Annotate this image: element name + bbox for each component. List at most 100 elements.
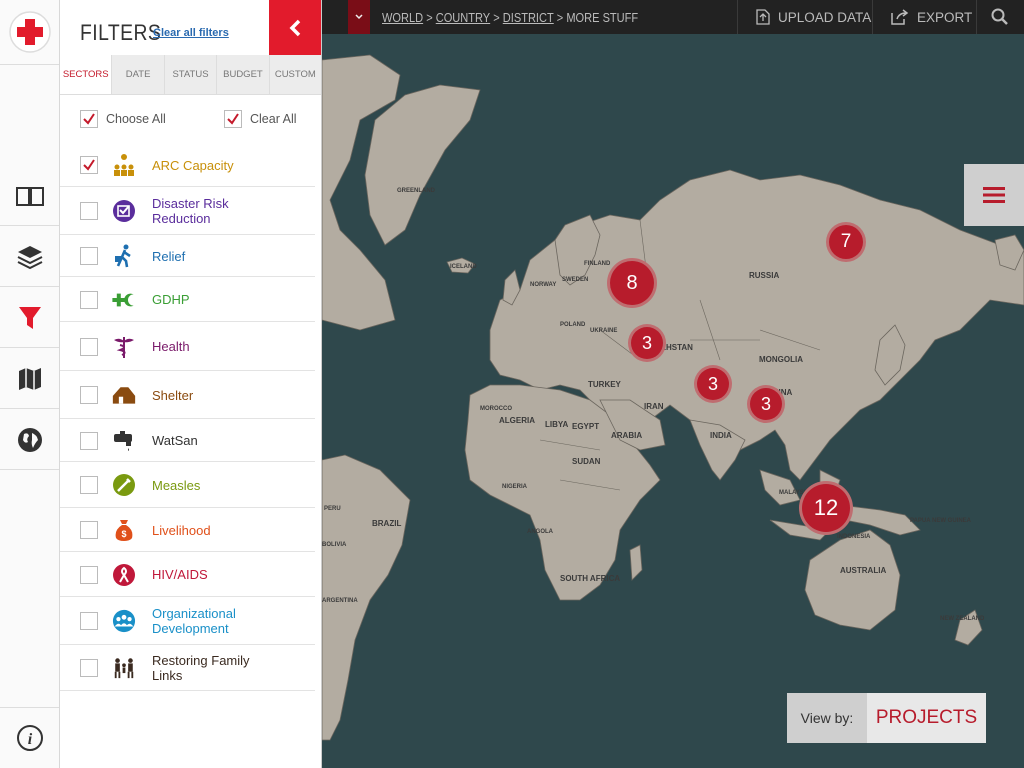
globe-icon[interactable] xyxy=(0,410,59,470)
view-by-label: View by: xyxy=(787,693,867,743)
breadcrumb-dropdown[interactable] xyxy=(348,0,370,34)
sector-row[interactable]: Measles xyxy=(60,462,315,508)
sector-row[interactable]: $ Livelihood xyxy=(60,508,315,552)
choose-all-label: Choose All xyxy=(106,112,166,126)
caduceus-icon xyxy=(112,335,136,359)
map-label: NIGERIA xyxy=(502,484,528,490)
cluster-marker[interactable]: 3 xyxy=(628,324,666,362)
tab-status[interactable]: STATUS xyxy=(163,55,217,94)
sector-row[interactable]: GDHP xyxy=(60,277,315,322)
search-button[interactable] xyxy=(976,0,1024,34)
sector-label: Relief xyxy=(152,248,186,264)
cluster-marker[interactable]: 12 xyxy=(799,481,853,535)
svg-text:i: i xyxy=(27,731,32,748)
map-label: MOROCCO xyxy=(480,406,512,412)
layers-icon[interactable] xyxy=(0,227,59,287)
sector-label: Measles xyxy=(152,477,201,493)
map-label: LIBYA xyxy=(545,420,569,429)
map-label: SWEDEN xyxy=(562,277,589,283)
syringe-icon xyxy=(112,473,136,497)
map-label: EGYPT xyxy=(572,422,600,431)
breadcrumb-world[interactable]: WORLD xyxy=(382,10,423,25)
sector-checkbox[interactable] xyxy=(80,612,98,630)
panel-title: FILTERS xyxy=(80,20,162,45)
cluster-marker[interactable]: 7 xyxy=(826,222,866,262)
map-label: PAPUA NEW GUINEA xyxy=(910,518,972,524)
choose-all-checkbox[interactable]: Choose All xyxy=(80,110,166,128)
sector-checkbox[interactable] xyxy=(80,247,98,265)
sector-label: HIV/AIDS xyxy=(152,567,208,582)
sector-row[interactable]: HIV/AIDS xyxy=(60,552,315,597)
map-label: FINLAND xyxy=(584,261,611,267)
map-label: AUSTRALIA xyxy=(840,566,887,575)
sector-checkbox[interactable] xyxy=(80,156,98,174)
checkbox-badge-icon xyxy=(112,199,136,223)
people-circle-icon xyxy=(112,609,136,633)
info-icon[interactable]: i xyxy=(0,707,59,768)
map-icon[interactable] xyxy=(0,349,59,409)
sector-checkbox[interactable] xyxy=(80,659,98,677)
sector-checkbox[interactable] xyxy=(80,476,98,494)
map-label: UKRAINE xyxy=(590,328,618,334)
ribbon-icon xyxy=(112,563,136,587)
sector-row[interactable]: Restoring Family Links xyxy=(60,645,315,691)
breadcrumb-country[interactable]: COUNTRY xyxy=(436,10,490,25)
sector-checkbox[interactable] xyxy=(80,431,98,450)
map-label: INDONESIA xyxy=(837,534,871,540)
sector-label: ARC Capacity xyxy=(152,157,234,173)
upload-label: UPLOAD DATA xyxy=(778,9,872,25)
sector-checkbox[interactable] xyxy=(80,386,98,404)
tab-budget[interactable]: BUDGET xyxy=(216,55,269,94)
sector-label: Livelihood xyxy=(152,522,211,538)
sector-row[interactable]: Relief xyxy=(60,235,315,277)
sector-checkbox[interactable] xyxy=(80,521,98,539)
cluster-marker[interactable]: 3 xyxy=(747,385,785,423)
map-label: ARGENTINA xyxy=(322,598,358,604)
cluster-marker[interactable]: 3 xyxy=(694,365,732,403)
tab-date[interactable]: DATE xyxy=(111,55,164,94)
map-label: GREENLAND xyxy=(397,188,436,194)
tab-custom[interactable]: CUSTOM xyxy=(268,55,322,94)
view-by-value[interactable]: PROJECTS xyxy=(867,693,986,743)
sector-label: WatSan xyxy=(152,433,198,448)
sector-label: Health xyxy=(152,339,190,354)
select-controls: Choose All Clear All xyxy=(60,95,321,143)
red-cross-logo[interactable] xyxy=(0,0,59,65)
sector-label: Organizational Development xyxy=(152,606,236,636)
breadcrumb-district[interactable]: DISTRICT xyxy=(503,10,554,25)
map-label: POLAND xyxy=(560,322,586,328)
breadcrumb: WORLD > COUNTRY > DISTRICT > MORE STUFF xyxy=(382,9,639,25)
people-hierarchy-icon xyxy=(112,153,136,177)
sector-row[interactable]: ARC Capacity xyxy=(60,143,315,187)
search-icon xyxy=(991,8,1008,25)
clear-all-filters-link[interactable]: Clear all filters xyxy=(153,27,229,39)
house-icon xyxy=(112,383,136,407)
sector-row[interactable]: Disaster Risk Reduction xyxy=(60,187,315,235)
clear-all-checkbox[interactable]: Clear All xyxy=(224,110,297,128)
sector-checkbox[interactable] xyxy=(80,290,98,309)
book-icon[interactable] xyxy=(0,166,59,226)
sector-row[interactable]: Shelter xyxy=(60,371,315,419)
upload-data-button[interactable]: UPLOAD DATA xyxy=(737,0,872,34)
sector-checkbox[interactable] xyxy=(80,337,98,356)
sector-row[interactable]: Organizational Development xyxy=(60,597,315,645)
cluster-marker[interactable]: 8 xyxy=(607,258,657,308)
tab-sectors[interactable]: SECTORS xyxy=(60,55,112,94)
view-by-control[interactable]: View by: PROJECTS xyxy=(787,693,986,743)
export-button[interactable]: EXPORT xyxy=(872,0,976,34)
sector-checkbox[interactable] xyxy=(80,202,98,220)
world-map[interactable]: RUSSIA KAZAKHSTAN MONGOLIA CHINA INDIA A… xyxy=(322,34,1024,768)
sector-row[interactable]: WatSan xyxy=(60,419,315,462)
sector-label: Restoring Family Links xyxy=(152,653,250,683)
sector-row[interactable]: Health xyxy=(60,322,315,371)
chevron-down-icon xyxy=(355,14,363,20)
menu-button[interactable] xyxy=(964,164,1024,226)
map-label: BRAZIL xyxy=(372,519,402,528)
collapse-panel-button[interactable] xyxy=(269,0,321,55)
money-bag-icon: $ xyxy=(112,518,136,542)
map-label: ARABIA xyxy=(611,431,643,440)
sector-checkbox[interactable] xyxy=(80,565,98,584)
share-icon xyxy=(891,9,909,25)
filter-icon[interactable] xyxy=(0,288,59,348)
hamburger-icon xyxy=(983,187,1005,203)
